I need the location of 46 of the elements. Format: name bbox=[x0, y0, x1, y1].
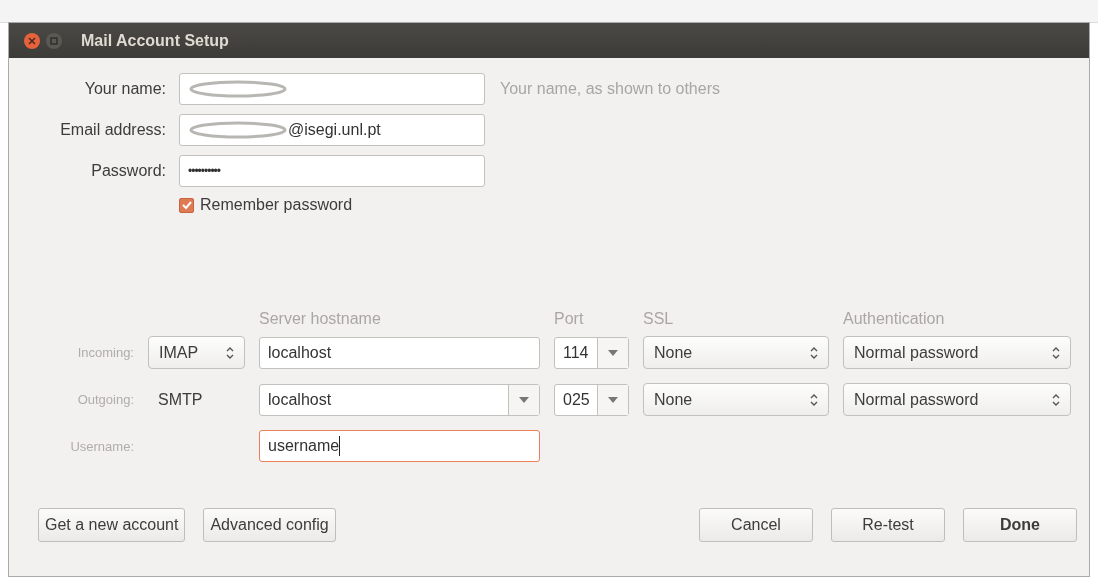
checkbox[interactable] bbox=[179, 197, 194, 213]
protocol-select[interactable]: IMAP bbox=[148, 336, 245, 369]
dropdown-icon bbox=[608, 396, 618, 403]
protocol-text: SMTP bbox=[157, 390, 204, 409]
username-field[interactable]: username bbox=[259, 430, 540, 462]
stepper-icon bbox=[1052, 392, 1060, 407]
column-header: SSL bbox=[643, 310, 675, 328]
stepper-icon bbox=[810, 392, 818, 407]
row-label: Username: bbox=[69, 438, 134, 454]
stepper-icon bbox=[810, 345, 818, 360]
field-label: Email address: bbox=[59, 121, 166, 139]
field-label: Password: bbox=[90, 162, 166, 180]
text-field[interactable]: @isegi.unl.pt bbox=[179, 114, 485, 146]
dialog-button[interactable]: Advanced config bbox=[203, 508, 336, 542]
authentication-select[interactable]: Normal password bbox=[843, 336, 1071, 369]
redaction-scribble-icon bbox=[188, 79, 288, 99]
field-label: Your name: bbox=[83, 80, 166, 98]
field-value: •••••••••• bbox=[188, 164, 220, 178]
stepper-icon bbox=[1052, 345, 1060, 360]
hostname-field[interactable]: localhost bbox=[259, 336, 540, 369]
column-header: Server hostname bbox=[259, 310, 382, 328]
port-combo[interactable]: 025 bbox=[554, 383, 629, 416]
column-header: Port bbox=[554, 310, 585, 328]
checkbox-label: Remember password bbox=[200, 196, 353, 214]
authentication-select[interactable]: Normal password bbox=[843, 383, 1071, 416]
field-value: @isegi.unl.pt bbox=[288, 121, 381, 139]
row-label: Incoming: bbox=[76, 345, 134, 360]
text-field[interactable]: •••••••••• bbox=[179, 155, 485, 187]
ssl-select[interactable]: None bbox=[643, 383, 829, 416]
dropdown-icon bbox=[519, 396, 529, 403]
column-header: Authentication bbox=[843, 310, 946, 328]
dialog-button[interactable]: Done bbox=[963, 508, 1077, 542]
dialog-button[interactable]: Get a new account bbox=[38, 508, 186, 542]
stepper-icon bbox=[226, 345, 234, 360]
window-title: Mail Account Setup bbox=[81, 31, 229, 50]
text-field[interactable] bbox=[179, 73, 485, 105]
dialog-button[interactable]: Cancel bbox=[699, 508, 813, 542]
field-hint: Your name, as shown to others bbox=[500, 80, 721, 98]
close-icon[interactable] bbox=[23, 31, 41, 50]
dropdown-icon bbox=[608, 349, 618, 356]
dialog-button[interactable]: Re-test bbox=[831, 508, 945, 542]
row-label: Outgoing: bbox=[76, 392, 134, 407]
ssl-select[interactable]: None bbox=[643, 336, 829, 369]
hostname-combo[interactable]: localhost bbox=[259, 383, 540, 416]
redaction-scribble-icon bbox=[188, 120, 288, 140]
port-combo[interactable]: 114 bbox=[554, 336, 629, 369]
